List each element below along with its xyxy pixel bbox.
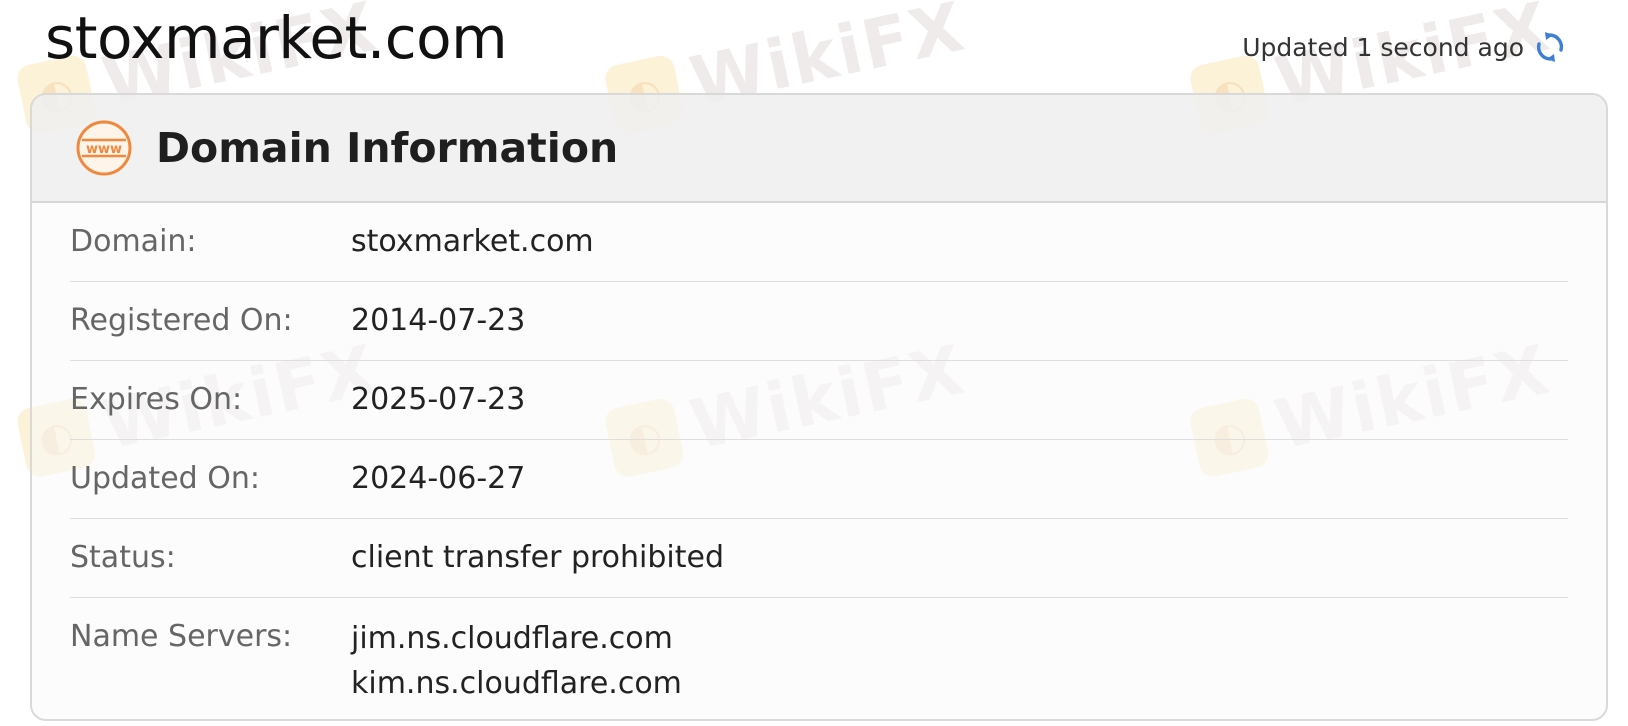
name-server: kim.ns.cloudflare.com bbox=[351, 666, 682, 701]
row-value-list: jim.ns.cloudflare.com kim.ns.cloudflare.… bbox=[351, 616, 682, 706]
card-header: www Domain Information bbox=[32, 95, 1606, 203]
row-label: Status: bbox=[70, 540, 176, 575]
row-value: 2014-07-23 bbox=[351, 303, 526, 338]
row-value: stoxmarket.com bbox=[351, 224, 594, 259]
www-icon: www bbox=[76, 120, 132, 176]
update-status: Updated 1 second ago bbox=[1242, 30, 1566, 64]
info-row-domain: Domain: stoxmarket.com bbox=[70, 203, 1568, 282]
row-label: Registered On: bbox=[70, 303, 293, 338]
refresh-icon[interactable] bbox=[1534, 30, 1566, 64]
name-server: jim.ns.cloudflare.com bbox=[351, 621, 673, 656]
info-row-updated-on: Updated On: 2024-06-27 bbox=[70, 440, 1568, 519]
page-title: stoxmarket.com bbox=[45, 4, 508, 72]
info-row-expires-on: Expires On: 2025-07-23 bbox=[70, 361, 1568, 440]
row-label: Name Servers: bbox=[70, 619, 293, 654]
info-row-status: Status: client transfer prohibited bbox=[70, 519, 1568, 598]
updated-text: Updated 1 second ago bbox=[1242, 32, 1524, 62]
info-rows: Domain: stoxmarket.com Registered On: 20… bbox=[32, 203, 1606, 719]
card-title: Domain Information bbox=[156, 124, 619, 172]
row-label: Updated On: bbox=[70, 461, 260, 496]
row-label: Domain: bbox=[70, 224, 197, 259]
info-row-registered-on: Registered On: 2014-07-23 bbox=[70, 282, 1568, 361]
domain-info-card: www Domain Information Domain: stoxmarke… bbox=[30, 93, 1608, 721]
row-label: Expires On: bbox=[70, 382, 243, 417]
row-value: client transfer prohibited bbox=[351, 540, 725, 575]
info-row-name-servers: Name Servers: jim.ns.cloudflare.com kim.… bbox=[70, 598, 1568, 719]
row-value: 2025-07-23 bbox=[351, 382, 526, 417]
www-icon-text: www bbox=[86, 142, 122, 157]
row-value: 2024-06-27 bbox=[351, 461, 526, 496]
